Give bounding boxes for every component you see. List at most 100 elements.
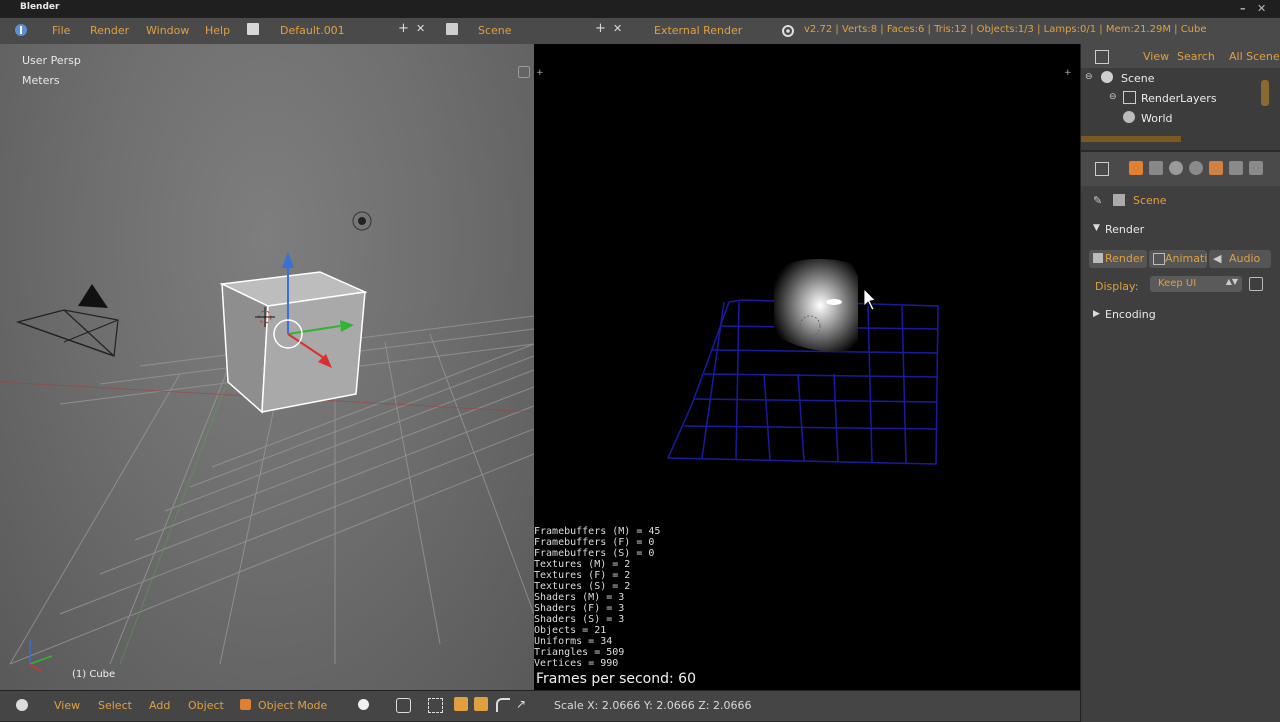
remove-scene-icon[interactable]: ✕ — [613, 22, 622, 35]
editor-type-3d-icon[interactable] — [16, 699, 28, 711]
menu-add[interactable]: Add — [149, 699, 170, 712]
menu-file[interactable]: File — [52, 24, 70, 37]
stats-line: Vertices = 990 — [534, 658, 619, 669]
render-layers-tab-icon[interactable] — [1149, 161, 1163, 175]
mouse-cursor-icon — [863, 288, 876, 311]
mode-select[interactable]: Object Mode — [258, 699, 327, 712]
outliner-label: RenderLayers — [1141, 92, 1217, 105]
object-tab-icon[interactable] — [1209, 161, 1223, 175]
lock-interface-icon[interactable] — [1249, 277, 1263, 291]
menu-render[interactable]: Render — [90, 24, 129, 37]
panel-expand-icon[interactable]: ▶ — [1093, 309, 1100, 319]
stats-line: Textures (F) = 2 — [534, 570, 631, 581]
render-image-icon — [1093, 253, 1103, 263]
add-screen-icon[interactable]: + — [398, 21, 409, 36]
properties-editor[interactable]: ✎ Scene ▼ Render Render Animation ◀ Audi… — [1080, 150, 1280, 722]
outliner-row-renderlayers[interactable]: ⊖ RenderLayers — [1081, 88, 1280, 108]
render-tab-icon[interactable] — [1129, 161, 1143, 175]
scene-icon — [1101, 71, 1113, 83]
rendered-cube — [774, 258, 858, 352]
menu-window[interactable]: Window — [146, 24, 189, 37]
axis-gizmo-icon — [29, 640, 53, 673]
outliner-display-mode[interactable]: All Scenes — [1229, 50, 1280, 63]
scene-statistics: v2.72 | Verts:8 | Faces:6 | Tris:12 | Ob… — [804, 24, 1207, 35]
lamp-object[interactable] — [352, 211, 372, 231]
menu-help[interactable]: Help — [205, 24, 230, 37]
render-scene — [666, 258, 939, 465]
editor-type-info-icon[interactable] — [14, 23, 28, 37]
world-tab-icon[interactable] — [1189, 161, 1203, 175]
animation-button-label: Animation — [1165, 252, 1207, 265]
outliner-vertical-scrollbar[interactable] — [1261, 80, 1269, 106]
display-label: Display: — [1095, 280, 1139, 293]
pin-icon[interactable]: ✎ — [1093, 194, 1102, 207]
translate-manipulator-icon[interactable] — [454, 697, 468, 711]
camera-object[interactable] — [15, 284, 119, 357]
cube-object[interactable] — [219, 271, 368, 414]
3d-viewport[interactable]: User Persp Meters (1) Cube — [0, 44, 534, 690]
panel-collapse-icon[interactable]: ▼ — [1093, 223, 1100, 233]
scene-tab-icon[interactable] — [1169, 161, 1183, 175]
scale-readout: Scale X: 2.0666 Y: 2.0666 Z: 2.0666 — [554, 699, 752, 712]
add-scene-icon[interactable]: + — [595, 21, 606, 36]
outliner-menu-search[interactable]: Search — [1177, 50, 1215, 63]
render-button[interactable]: Render — [1089, 250, 1147, 268]
window-titlebar: Blender – ✕ — [0, 0, 1280, 18]
stats-line: Framebuffers (F) = 0 — [534, 537, 655, 548]
render-button-label: Render — [1105, 252, 1145, 265]
outliner-label: Scene — [1121, 72, 1155, 85]
display-mode-value: Keep UI — [1158, 278, 1197, 289]
screen-layout-name[interactable]: Default.001 — [280, 24, 345, 37]
stats-line: Framebuffers (M) = 45 — [534, 526, 661, 537]
speaker-icon: ◀ — [1213, 252, 1222, 265]
outliner-menu-view[interactable]: View — [1143, 50, 1169, 63]
audio-button[interactable]: ◀ Audio — [1209, 250, 1271, 268]
rotate-manipulator-icon[interactable] — [474, 697, 488, 711]
modifiers-tab-icon[interactable] — [1249, 161, 1263, 175]
stats-line: Uniforms = 34 — [534, 636, 613, 647]
viewport-shading-icon[interactable] — [358, 699, 369, 710]
render-panel-title[interactable]: Render — [1105, 223, 1144, 236]
outliner-row-scene[interactable]: ⊖ Scene — [1081, 68, 1280, 88]
audio-button-label: Audio — [1229, 252, 1261, 265]
outliner[interactable]: View Search All Scenes ⊖ Scene ⊖ RenderL… — [1080, 44, 1280, 150]
outliner-editor-icon[interactable] — [1095, 50, 1109, 64]
menu-object[interactable]: Object — [188, 699, 224, 712]
remove-screen-icon[interactable]: ✕ — [416, 22, 425, 35]
menu-select[interactable]: Select — [98, 699, 132, 712]
object-mode-icon — [240, 699, 251, 710]
render-view-header: Scale X: 2.0666 Y: 2.0666 Z: 2.0666 — [534, 690, 1080, 721]
scene-icon[interactable] — [446, 23, 458, 35]
transform-orientation-icon[interactable]: ↗ — [516, 697, 526, 711]
outliner-scrollbar[interactable] — [1081, 136, 1181, 142]
outliner-header: View Search All Scenes — [1081, 44, 1280, 68]
properties-editor-icon[interactable] — [1095, 162, 1109, 176]
render-view[interactable]: + + Framebuffers (M) = 45 Framebuffers (… — [534, 44, 1080, 690]
render-stats: Framebuffers (M) = 45 Framebuffers (F) = … — [534, 526, 660, 669]
stats-line: Triangles = 509 — [534, 647, 625, 658]
pivot-point-icon[interactable] — [396, 698, 411, 713]
constraints-tab-icon[interactable] — [1229, 161, 1243, 175]
viewport-scene — [0, 211, 534, 673]
scale-manipulator-icon[interactable] — [496, 698, 510, 712]
stats-line: Shaders (M) = 3 — [534, 592, 625, 603]
expand-icon[interactable]: ⊖ — [1109, 92, 1117, 102]
display-mode-select[interactable]: Keep UI ▲▼ — [1150, 276, 1242, 292]
stats-line: Shaders (F) = 3 — [534, 603, 625, 614]
manipulator-toggle-icon[interactable] — [428, 698, 443, 713]
info-header: File Render Window Help Default.001 + ✕ … — [0, 18, 1280, 45]
render-engine-select[interactable]: External Render — [654, 24, 742, 37]
stats-line: Shaders (S) = 3 — [534, 614, 625, 625]
outliner-row-world[interactable]: World — [1081, 108, 1280, 128]
scene-name[interactable]: Scene — [478, 24, 512, 37]
close-icon[interactable]: ✕ — [1257, 2, 1266, 15]
scene-context-icon — [1113, 194, 1125, 206]
encoding-panel-title[interactable]: Encoding — [1105, 308, 1156, 321]
menu-view[interactable]: View — [54, 699, 80, 712]
stats-line: Textures (M) = 2 — [534, 559, 631, 570]
expand-icon[interactable]: ⊖ — [1085, 72, 1093, 82]
animation-button[interactable]: Animation — [1149, 250, 1207, 268]
stats-line: Textures (S) = 2 — [534, 581, 631, 592]
screen-layout-icon[interactable] — [247, 23, 259, 35]
minimize-icon[interactable]: – — [1240, 2, 1246, 15]
